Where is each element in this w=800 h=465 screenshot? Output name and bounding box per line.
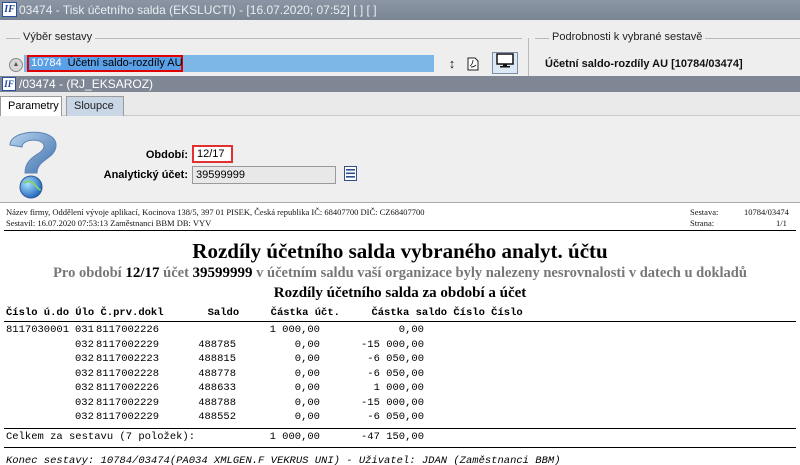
total-label: Celkem za sestavu (7 položek): — [6, 431, 196, 443]
cell-saldo: 488633 — [198, 382, 236, 394]
app-logo-icon: IF — [2, 2, 17, 17]
total-csaldo: -47 150,00 — [360, 431, 424, 443]
window-titlebar: IF 03474 - Tisk účetního salda (EKSLUCTI… — [0, 0, 800, 20]
report-page-value: 1/1 — [776, 218, 787, 228]
desc-text: v účetním saldu vaší organizace byly nal… — [252, 265, 747, 281]
cell-csaldo: -6 050,00 — [367, 411, 424, 423]
cell-castka: 1 000,00 — [269, 324, 320, 336]
table-row: 032 8117002228 488778 0,00 -6 050,00 — [0, 368, 800, 383]
table-total-rule — [4, 428, 796, 429]
report-created: Sestavil: 16.07.2020 07:53:13 Zaměstnanc… — [6, 218, 212, 228]
cell-ulo: 032 — [75, 367, 94, 380]
report-sestava-label: Sestava: — [690, 207, 719, 217]
table-row: 032 8117002229 488788 0,00 -15 000,00 — [0, 397, 800, 412]
table-total-row: Celkem za sestavu (7 položek): 1 000,00 … — [0, 431, 800, 446]
report-selection-panel: Výběr sestavy Podrobnosti k vybrané sest… — [0, 20, 800, 76]
cell-saldo: 488815 — [198, 353, 236, 365]
table-row: 032 8117002229 488552 0,00 -6 050,00 — [0, 411, 800, 426]
cell-doklad: 8117002229 — [96, 411, 160, 423]
analytical-account-label: Analytický účet: — [103, 169, 188, 181]
cell-cislo: 8117030001 — [6, 324, 70, 336]
cell-ulo: 031 — [75, 324, 94, 336]
period-label: Období: — [145, 149, 188, 161]
scroll-up-icon[interactable]: ▲ — [9, 58, 23, 72]
cell-doklad: 8117002223 — [96, 353, 160, 365]
cell-castka: 0,00 — [294, 411, 320, 423]
cell-ulo: 032 — [75, 338, 94, 351]
cell-csaldo: 1 000,00 — [373, 382, 424, 394]
report-footer: Konec sestavy: 10784/03474(PA034 XMLGEN.… — [6, 455, 561, 465]
cell-castka: 0,00 — [294, 382, 320, 394]
report-detail-text: Účetní saldo-rozdíly AU [10784/03474] — [545, 58, 743, 70]
table-row: 032 8117002229 488785 0,00 -15 000,00 — [0, 339, 800, 354]
tab-sloupce[interactable]: Sloupce — [66, 96, 124, 116]
report-subtitle: Rozdíly účetního salda za období a účet — [273, 285, 527, 301]
report-selection-label: Výběr sestavy — [20, 31, 96, 43]
desc-period: 12/17 — [125, 265, 160, 281]
parameters-panel: Období: 12/17 Analytický účet: 39599999 — [0, 116, 800, 202]
cell-ulo: 032 — [75, 353, 94, 365]
sort-icon[interactable]: ↕ — [446, 55, 458, 73]
monitor-icon[interactable] — [492, 52, 518, 74]
cell-csaldo: -6 050,00 — [367, 353, 424, 365]
table-header: Číslo ú.do Úlo Č.prv.dokl Saldo Částka ú… — [6, 307, 523, 319]
report-details-label: Podrobnosti k vybrané sestavě — [549, 31, 706, 43]
window-title: 03474 - Tisk účetního salda (EKSLUCTI) -… — [19, 3, 377, 17]
report-sestava-value: 10784/03474 — [744, 207, 789, 217]
app-logo-icon: IF — [2, 77, 16, 91]
table-row: 032 8117002226 488633 0,00 1 000,00 — [0, 382, 800, 397]
cell-doklad: 8117002229 — [96, 338, 160, 351]
table-row: 8117030001 031 8117002226 1 000,00 0,00 — [0, 324, 800, 339]
report-description: Pro období 12/17 účet 39599999 v účetním… — [0, 265, 800, 282]
table-end-rule — [4, 447, 796, 448]
selected-report-name: Účetní saldo-rozdíly AU — [67, 57, 183, 69]
cell-csaldo: -15 000,00 — [360, 396, 424, 409]
cell-castka: 0,00 — [294, 367, 320, 380]
list-picker-icon[interactable] — [344, 166, 358, 182]
cell-ulo: 032 — [75, 396, 94, 409]
period-input[interactable]: 12/17 — [192, 145, 233, 163]
desc-text: účet — [159, 265, 193, 281]
cell-doklad: 8117002228 — [96, 367, 160, 380]
cell-ulo: 032 — [75, 411, 94, 423]
report-title: Rozdíly účetního salda vybraného analyt.… — [192, 239, 608, 263]
cell-csaldo: 0,00 — [398, 324, 424, 336]
selected-report-code: 10784 — [31, 57, 62, 69]
help-question-icon — [9, 131, 57, 199]
report-preview: Název firmy, Oddělení vývoje aplikací, K… — [0, 202, 800, 465]
report-divider — [4, 230, 796, 231]
tab-parametry[interactable]: Parametry — [0, 96, 62, 116]
panel-divider — [528, 38, 529, 76]
cell-csaldo: -6 050,00 — [367, 367, 424, 380]
cell-ulo: 032 — [75, 382, 94, 394]
analytical-account-input[interactable]: 39599999 — [192, 166, 336, 184]
table-row: 032 8117002223 488815 0,00 -6 050,00 — [0, 353, 800, 368]
cell-saldo: 488788 — [198, 396, 236, 409]
report-firm: Název firmy, Oddělení vývoje aplikací, K… — [6, 207, 425, 217]
cell-castka: 0,00 — [294, 396, 320, 409]
cell-doklad: 8117002226 — [96, 324, 160, 336]
form-subtitle-bar: IF /03474 - (RJ_EKSAROZ) — [0, 76, 800, 92]
table-header-rule — [4, 321, 796, 322]
cell-saldo: 488785 — [198, 338, 236, 351]
cell-castka: 0,00 — [294, 353, 320, 365]
selected-report[interactable]: 10784 Účetní saldo-rozdíly AU — [27, 55, 183, 72]
desc-text: Pro období — [53, 265, 126, 281]
cell-doklad: 8117002229 — [96, 396, 160, 409]
cell-saldo: 488778 — [198, 367, 236, 380]
cell-csaldo: -15 000,00 — [360, 338, 424, 351]
cell-doklad: 8117002226 — [96, 382, 160, 394]
pdf-icon[interactable] — [466, 55, 480, 73]
tab-bar: Parametry Sloupce — [0, 92, 800, 116]
report-page-label: Strana: — [690, 218, 715, 228]
cell-castka: 0,00 — [294, 338, 320, 351]
desc-account: 39599999 — [192, 265, 253, 281]
form-subtitle: /03474 - (RJ_EKSAROZ) — [19, 77, 154, 91]
cell-saldo: 488552 — [198, 411, 236, 423]
total-castka: 1 000,00 — [269, 431, 320, 443]
